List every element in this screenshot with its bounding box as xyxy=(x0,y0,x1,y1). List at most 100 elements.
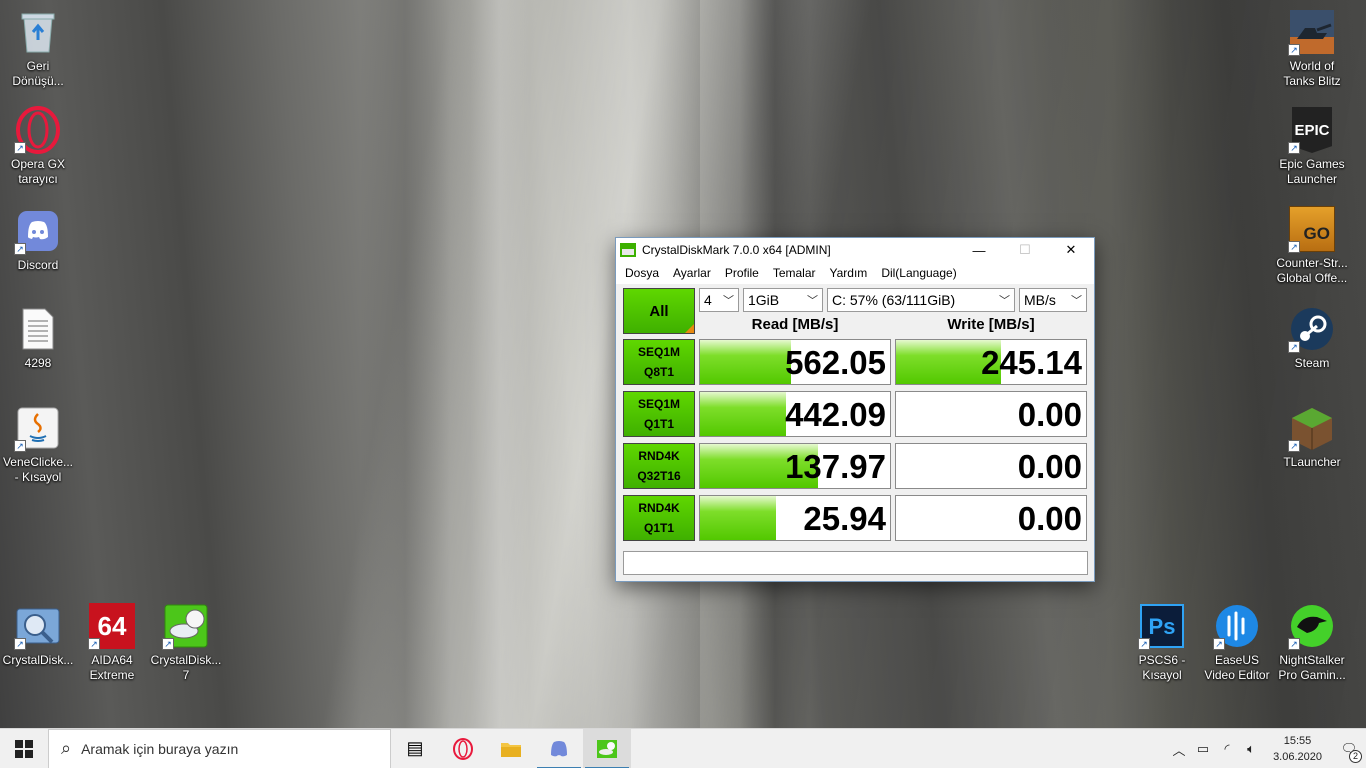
desktop-icon-crystaldiskinfo[interactable]: ↗ CrystalDisk... xyxy=(0,602,76,668)
close-button[interactable]: ✕ xyxy=(1048,238,1094,262)
nightstalker-icon: ↗ xyxy=(1288,602,1336,650)
write-speed-value: 245.14 xyxy=(981,344,1082,381)
system-tray: ︿ ▭ ◜ 🔈︎ 15:55 3.06.2020 🗨︎ 2 xyxy=(1167,729,1366,768)
test-name: RND4K xyxy=(638,449,680,463)
chevron-down-icon: ﹀ xyxy=(807,295,818,307)
desktop-icon-easeus-video[interactable]: ↗ EaseUS Video Editor xyxy=(1199,602,1275,683)
desktop-icon-csgo[interactable]: GO ↗ Counter-Str... Global Offe... xyxy=(1274,205,1350,286)
search-icon: ⌕ xyxy=(61,738,72,758)
menu-yardim[interactable]: Yardım xyxy=(823,266,875,280)
desktop-icon-opera-gx[interactable]: ↗ Opera GX tarayıcı xyxy=(0,106,76,187)
test-count-value: 4 xyxy=(704,292,712,308)
read-result-cell: 25.94 xyxy=(699,495,891,541)
menu-ayarlar[interactable]: Ayarlar xyxy=(666,266,718,280)
read-speed-value: 442.09 xyxy=(785,396,886,433)
drive-value: C: 57% (63/111GiB) xyxy=(832,292,956,308)
test-button-2[interactable]: RND4K Q32T16 xyxy=(623,443,695,489)
opera-gx-icon xyxy=(453,737,473,760)
maximize-button[interactable]: ☐ xyxy=(1002,238,1048,262)
test-count-select[interactable]: 4 ﹀ xyxy=(699,288,739,312)
wallpaper-streak xyxy=(470,0,530,728)
discord-icon xyxy=(551,740,567,756)
crystaldiskmark-icon: ↗ xyxy=(162,602,210,650)
menu-profile[interactable]: Profile xyxy=(718,266,766,280)
desktop-icon-label: Epic Games Launcher xyxy=(1279,157,1345,186)
desktop-icon-label: VeneClicke... - Kısayol xyxy=(2,455,74,484)
volume-icon[interactable]: 🔈︎ xyxy=(1239,741,1263,757)
read-result-cell: 562.05 xyxy=(699,339,891,385)
write-result-cell: 0.00 xyxy=(895,443,1087,489)
read-speed-value: 25.94 xyxy=(803,500,886,537)
taskbar-opera-gx[interactable] xyxy=(439,729,487,768)
desktop-icon-label: Counter-Str... Global Offe... xyxy=(1276,256,1348,285)
desktop-icon-4298[interactable]: 4298 xyxy=(0,305,76,371)
test-button-3[interactable]: RND4K Q1T1 xyxy=(623,495,695,541)
test-name: RND4K xyxy=(638,501,680,515)
start-button[interactable] xyxy=(0,729,48,768)
test-button-1[interactable]: SEQ1M Q1T1 xyxy=(623,391,695,437)
comment-input[interactable] xyxy=(623,551,1088,575)
chevron-up-icon[interactable]: ︿ xyxy=(1167,740,1191,759)
test-button-0[interactable]: SEQ1M Q8T1 xyxy=(623,339,695,385)
desktop-icon-crystaldiskmark[interactable]: ↗ CrystalDisk... 7 xyxy=(148,602,224,683)
recycle-bin-icon xyxy=(14,8,62,56)
minimize-button[interactable]: — xyxy=(956,238,1002,262)
read-result-cell: 442.09 xyxy=(699,391,891,437)
desktop-icon-nightstalker[interactable]: ↗ NightStalker Pro Gamin... xyxy=(1274,602,1350,683)
discord-icon: ↗ xyxy=(14,207,62,255)
unit-select[interactable]: MB/s ﹀ xyxy=(1019,288,1087,312)
chevron-down-icon: ﹀ xyxy=(723,295,734,307)
all-button[interactable]: All xyxy=(623,288,695,334)
write-result-cell: 0.00 xyxy=(895,391,1087,437)
chevron-down-icon: ﹀ xyxy=(999,295,1010,307)
battery-icon[interactable]: ▭ xyxy=(1191,741,1215,757)
aida64-icon: 64 ↗ xyxy=(88,602,136,650)
test-queue-threads: Q1T1 xyxy=(643,417,674,431)
title-bar[interactable]: CrystalDiskMark 7.0.0 x64 [ADMIN] — ☐ ✕ xyxy=(616,238,1094,262)
desktop-icon-recycle-bin[interactable]: Geri Dönüşü... xyxy=(0,8,76,89)
desktop-icon-photoshop[interactable]: Ps ↗ PSCS6 - Kısayol xyxy=(1124,602,1200,683)
clock[interactable]: 15:55 3.06.2020 xyxy=(1263,733,1332,765)
desktop-icon-label: CrystalDisk... 7 xyxy=(150,653,222,682)
read-speed-value: 562.05 xyxy=(785,344,886,381)
notification-center-button[interactable]: 🗨︎ 2 xyxy=(1332,741,1366,763)
read-speed-bar xyxy=(700,340,792,384)
desktop-icon-tlauncher[interactable]: ↗ TLauncher xyxy=(1274,404,1350,470)
steam-icon: ↗ xyxy=(1288,305,1336,353)
chevron-down-icon: ﹀ xyxy=(1071,295,1082,307)
read-speed-bar xyxy=(700,496,776,540)
taskbar-crystaldiskmark[interactable] xyxy=(583,728,631,768)
read-column-header: Read [MB/s] xyxy=(751,316,839,333)
task-view-button[interactable]: ▤ xyxy=(391,729,439,768)
desktop-icon-label: Discord xyxy=(17,258,59,272)
desktop-icon-label: World of Tanks Blitz xyxy=(1283,59,1341,88)
desktop-icon-world-of-tanks[interactable]: ↗ World of Tanks Blitz xyxy=(1274,8,1350,89)
taskbar-search-box[interactable]: ⌕ Aramak için buraya yazın xyxy=(48,728,391,768)
windows-logo-icon xyxy=(15,739,33,758)
desktop-icon-label: EaseUS Video Editor xyxy=(1204,653,1270,682)
test-name: SEQ1M xyxy=(637,345,680,359)
desktop-icon-epic-games[interactable]: EPIC ↗ Epic Games Launcher xyxy=(1274,106,1350,187)
window-title: CrystalDiskMark 7.0.0 x64 [ADMIN] xyxy=(642,243,831,257)
crystaldiskmark-app-icon xyxy=(620,243,636,257)
clock-time: 15:55 xyxy=(1283,735,1312,747)
desktop-icon-veneclicker[interactable]: ↗ VeneClicke... - Kısayol xyxy=(0,404,76,485)
desktop-icon-steam[interactable]: ↗ Steam xyxy=(1274,305,1350,371)
taskbar-discord[interactable] xyxy=(535,729,583,768)
test-queue-threads: Q32T16 xyxy=(637,469,681,483)
desktop-icon-aida64[interactable]: 64 ↗ AIDA64 Extreme xyxy=(74,602,150,683)
text-file-icon xyxy=(14,305,62,353)
desktop-icon-label: CrystalDisk... xyxy=(2,653,74,667)
write-speed-value: 0.00 xyxy=(1017,448,1082,485)
read-speed-value: 137.97 xyxy=(785,448,886,485)
test-size-select[interactable]: 1GiB ﹀ xyxy=(743,288,823,312)
test-queue-threads: Q8T1 xyxy=(643,365,674,379)
menu-temalar[interactable]: Temalar xyxy=(766,266,823,280)
drive-select[interactable]: C: 57% (63/111GiB) ﹀ xyxy=(827,288,1015,312)
taskbar-file-explorer[interactable] xyxy=(487,729,535,768)
menu-dosya[interactable]: Dosya xyxy=(618,266,666,280)
wifi-icon[interactable]: ◜ xyxy=(1215,741,1239,757)
menu-language[interactable]: Dil(Language) xyxy=(874,266,963,280)
desktop-icon-label: AIDA64 Extreme xyxy=(89,653,135,682)
desktop-icon-discord[interactable]: ↗ Discord xyxy=(0,207,76,273)
